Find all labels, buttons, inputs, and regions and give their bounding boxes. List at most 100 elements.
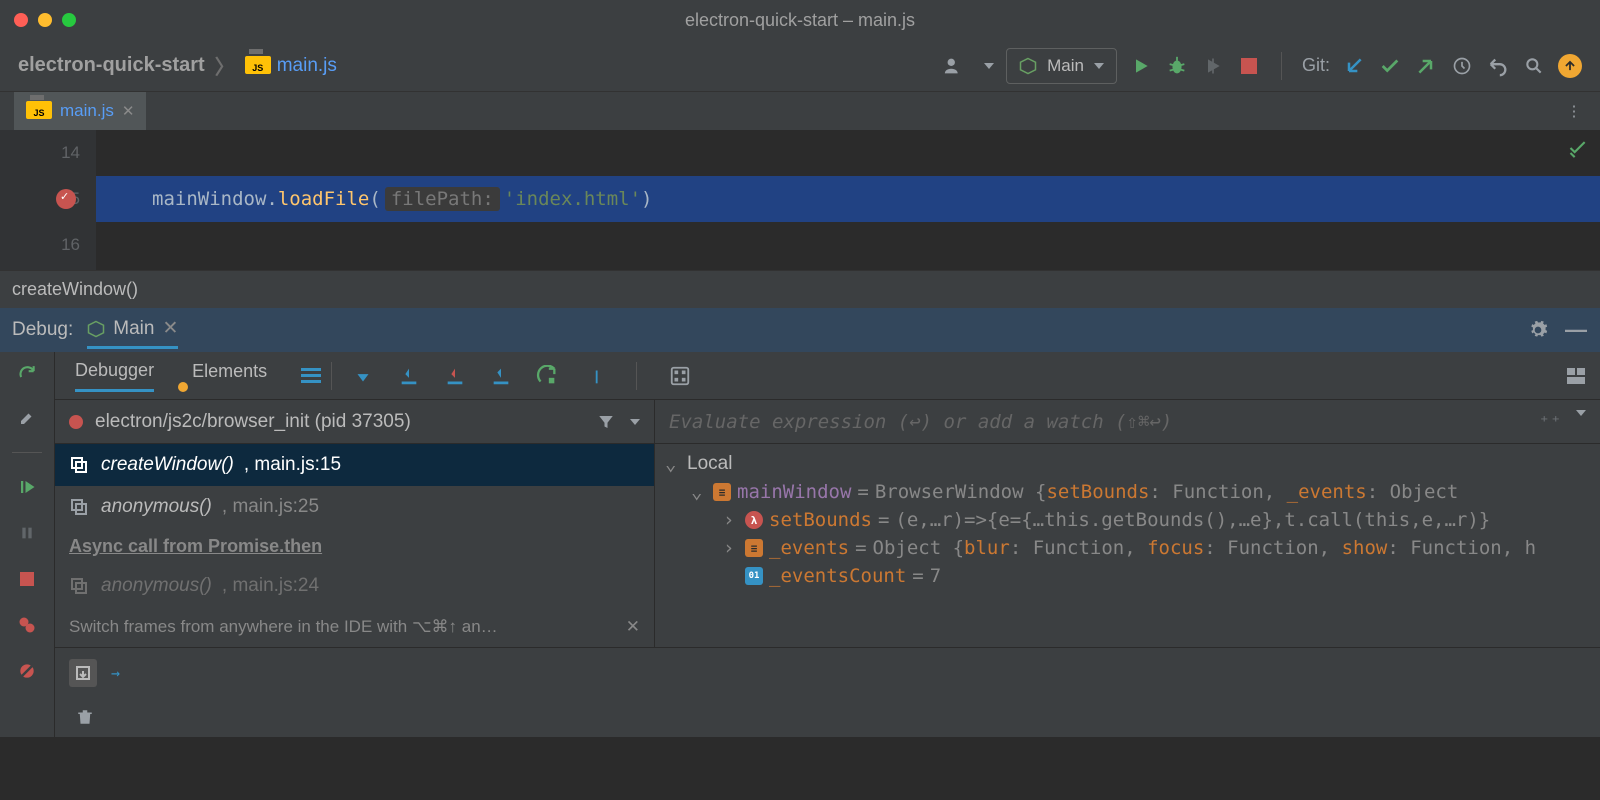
resume-icon[interactable]: [15, 475, 39, 499]
debug-settings-icon[interactable]: [1526, 318, 1550, 342]
show-execution-point-icon[interactable]: [352, 365, 374, 387]
zoom-window-icon[interactable]: [62, 13, 76, 27]
dropdown-caret-icon[interactable]: [630, 419, 640, 425]
close-tip-icon[interactable]: ✕: [626, 617, 640, 637]
stop-debug-icon[interactable]: [15, 567, 39, 591]
inspection-ok-icon[interactable]: [1568, 138, 1588, 158]
pause-icon[interactable]: [15, 521, 39, 545]
step-over-icon[interactable]: [398, 365, 420, 387]
breakpoint-icon[interactable]: [56, 189, 76, 209]
step-out-icon[interactable]: [490, 365, 512, 387]
frame-location: , main.js:24: [222, 575, 319, 597]
modify-run-config-icon[interactable]: [15, 406, 39, 430]
frame-icon: [67, 453, 91, 477]
variable-row[interactable]: ⌄ ≡ mainWindow = BrowserWindow {setBound…: [655, 478, 1600, 506]
main-toolbar: electron-quick-start 〉 JS main.js Main G…: [0, 40, 1600, 92]
run-configuration-selector[interactable]: Main: [1006, 48, 1117, 84]
object-icon: ≡: [713, 483, 731, 501]
run-config-name: Main: [1047, 56, 1084, 76]
dropdown-caret-icon[interactable]: [984, 63, 994, 69]
git-commit-icon[interactable]: [1378, 54, 1402, 78]
frame-function: anonymous(): [101, 575, 212, 597]
code-line-14[interactable]: [96, 130, 1600, 176]
thread-selector[interactable]: electron/js2c/browser_init (pid 37305): [55, 400, 654, 444]
threads-view-icon[interactable]: [299, 364, 323, 388]
debug-session-tab[interactable]: Main ✕: [87, 317, 178, 349]
git-label: Git:: [1302, 55, 1330, 76]
tab-elements[interactable]: Elements: [192, 361, 267, 390]
variable-row[interactable]: › ≡ _events = Object {blur: Function, fo…: [655, 534, 1600, 562]
code-method: loadFile: [278, 188, 370, 210]
close-tab-icon[interactable]: ✕: [122, 102, 135, 120]
lambda-icon: λ: [745, 511, 763, 529]
git-update-icon[interactable]: [1342, 54, 1366, 78]
collapse-icon[interactable]: ⌄: [665, 453, 681, 475]
breadcrumb-project[interactable]: electron-quick-start: [18, 54, 205, 77]
close-session-icon[interactable]: ✕: [162, 317, 178, 340]
dropdown-caret-icon[interactable]: [1576, 410, 1586, 416]
breadcrumb-file[interactable]: JS main.js: [245, 55, 337, 77]
nodejs-icon: [87, 319, 105, 339]
drop-frame-icon[interactable]: [582, 365, 604, 387]
number-icon: 01: [745, 567, 763, 585]
var-name: mainWindow: [737, 481, 851, 503]
breadcrumbs-bar[interactable]: createWindow(): [0, 270, 1600, 308]
code-editor[interactable]: 14 15 16 mainWindow.loadFile(filePath:'i…: [0, 130, 1600, 270]
stack-frame[interactable]: anonymous() , main.js:24: [55, 565, 654, 607]
git-push-icon[interactable]: [1414, 54, 1438, 78]
filter-icon[interactable]: [594, 410, 618, 434]
run-to-cursor-icon[interactable]: [536, 365, 558, 387]
expand-icon[interactable]: ›: [723, 509, 739, 531]
rerun-icon[interactable]: [15, 360, 39, 384]
debug-console[interactable]: →: [55, 647, 1600, 697]
stack-frame[interactable]: createWindow(), main.js:15: [55, 444, 654, 486]
var-value: (e,…r)=>{e={…this.getBounds(),…e},t.call…: [895, 509, 1490, 531]
trash-icon[interactable]: [73, 705, 97, 729]
frame-location: , main.js:15: [244, 454, 341, 476]
stack-frame[interactable]: anonymous(), main.js:25: [55, 486, 654, 528]
expand-icon[interactable]: ›: [723, 537, 739, 559]
elements-badge-icon: [178, 382, 188, 392]
editor-tab-mainjs[interactable]: JS main.js ✕: [14, 92, 146, 130]
history-icon[interactable]: [1450, 54, 1474, 78]
code-line-15-execution[interactable]: mainWindow.loadFile(filePath:'index.html…: [96, 176, 1600, 222]
async-separator: Async call from Promise.then: [55, 528, 654, 565]
breadcrumb-file-label: main.js: [277, 55, 337, 77]
revert-icon[interactable]: [1486, 54, 1510, 78]
layout-settings-icon[interactable]: [1564, 364, 1588, 388]
close-window-icon[interactable]: [14, 13, 28, 27]
variables-tree[interactable]: ⌄Local ⌄ ≡ mainWindow = BrowserWindow {s…: [655, 444, 1600, 596]
view-breakpoints-icon[interactable]: [15, 613, 39, 637]
code-with-me-icon[interactable]: [942, 54, 966, 78]
tab-debugger[interactable]: Debugger: [75, 360, 154, 392]
step-into-icon[interactable]: [444, 365, 466, 387]
run-button[interactable]: [1129, 54, 1153, 78]
variable-row[interactable]: 01 _eventsCount = 7: [655, 562, 1600, 590]
evaluate-expression-input[interactable]: Evaluate expression (↩) or add a watch (…: [655, 400, 1600, 444]
code-line-16[interactable]: [96, 222, 1600, 268]
ide-updates-icon[interactable]: [1558, 54, 1582, 78]
code-object: mainWindow: [152, 188, 266, 210]
stop-button[interactable]: [1237, 54, 1261, 78]
var-name: _events: [769, 537, 849, 559]
run-coverage-button[interactable]: [1201, 54, 1225, 78]
evaluate-expression-icon[interactable]: [669, 365, 691, 387]
line-number: 16: [61, 235, 80, 255]
bottom-toolbar: [55, 697, 1600, 737]
debug-label: Debug:: [12, 319, 73, 341]
variable-row[interactable]: › λ setBounds = (e,…r)=>{e={…this.getBou…: [655, 506, 1600, 534]
eval-placeholder: Evaluate expression (↩) or add a watch (…: [669, 411, 1172, 433]
minimize-window-icon[interactable]: [38, 13, 52, 27]
hide-panel-icon[interactable]: —: [1564, 318, 1588, 342]
search-icon[interactable]: [1522, 54, 1546, 78]
collapse-icon[interactable]: ⌄: [691, 481, 707, 503]
thread-name: electron/js2c/browser_init (pid 37305): [95, 411, 411, 433]
var-name: _eventsCount: [769, 565, 906, 587]
tab-options-icon[interactable]: ⋮: [1562, 99, 1586, 123]
debug-button[interactable]: [1165, 54, 1189, 78]
thread-status-icon: [69, 415, 83, 429]
mute-breakpoints-icon[interactable]: [15, 659, 39, 683]
console-toggle-icon[interactable]: [69, 659, 97, 687]
add-watch-icon[interactable]: ⁺⁺: [1538, 410, 1562, 434]
frame-function: anonymous(): [101, 496, 212, 518]
